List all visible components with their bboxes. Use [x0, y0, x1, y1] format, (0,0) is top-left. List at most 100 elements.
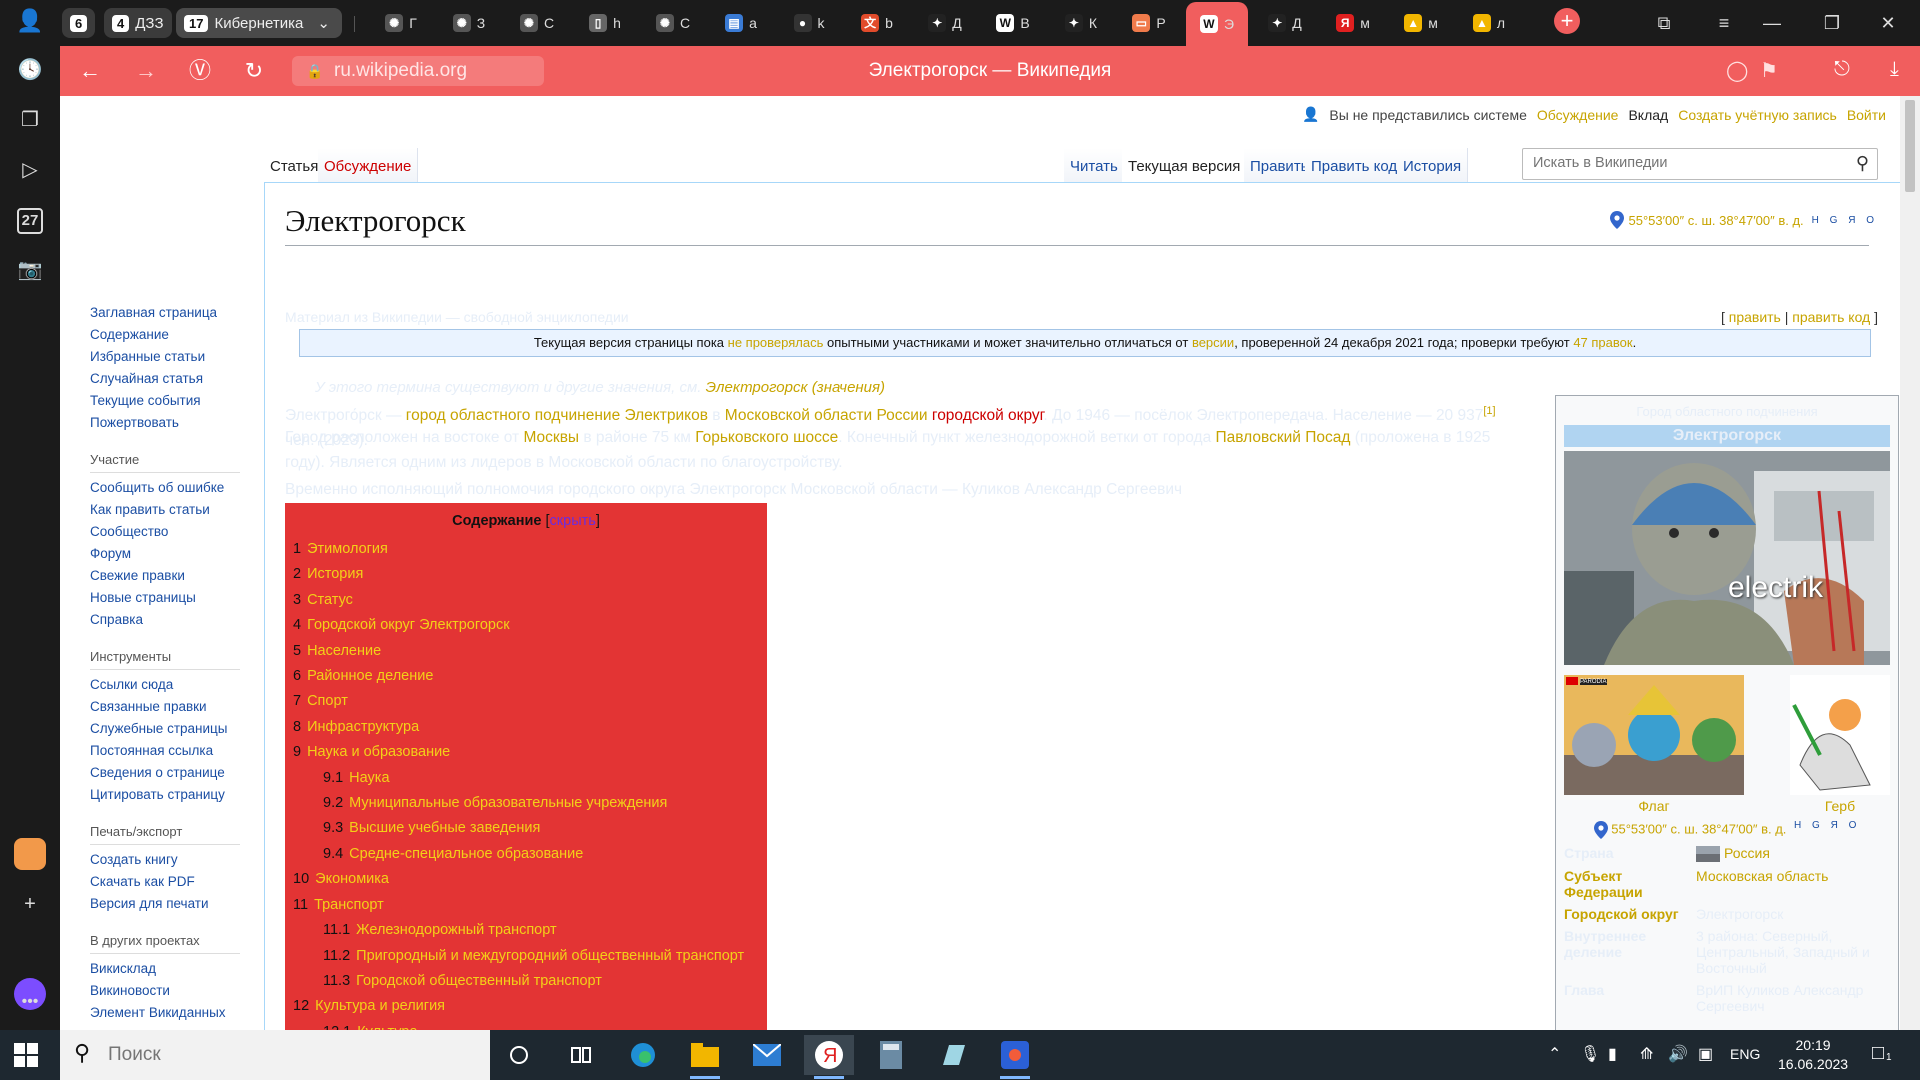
tab-article[interactable]: Статья	[264, 148, 326, 182]
notes-app-icon[interactable]	[928, 1035, 978, 1075]
edit-code-link[interactable]: править код	[1792, 309, 1870, 325]
edit-link[interactable]: править	[1729, 309, 1781, 325]
download-icon[interactable]: ⤓	[1890, 58, 1899, 81]
sidebar-item[interactable]: Как править статьи	[90, 499, 240, 521]
toc-link[interactable]: Этимология	[307, 541, 388, 557]
battery-icon[interactable]: ▮	[1608, 1044, 1617, 1064]
browser-tab[interactable]: 文b	[846, 8, 908, 38]
calculator-icon[interactable]	[866, 1035, 916, 1075]
tabs-icon[interactable]: ❐	[12, 102, 48, 138]
sidebar-item[interactable]: Новые страницы	[90, 587, 240, 609]
toc-link[interactable]: Население	[307, 643, 381, 659]
disambiguation-link[interactable]: Электрогорск (значения)	[706, 379, 885, 396]
browser-tab[interactable]: WВ	[982, 8, 1044, 38]
wifi-icon[interactable]: ⟰	[1640, 1044, 1653, 1064]
toc-item[interactable]: 3 Статус	[293, 588, 759, 613]
toc-hide-link[interactable]: скрыть	[550, 513, 596, 529]
toc-link[interactable]: Инфраструктура	[307, 719, 419, 735]
url-field[interactable]: 🔒 ru.wikipedia.org	[292, 56, 544, 86]
yandex-browser-icon[interactable]: Я	[804, 1035, 854, 1079]
new-tab-button[interactable]: +	[1554, 8, 1580, 34]
menu-icon[interactable]: ≡	[1702, 8, 1746, 38]
link[interactable]: Павловский Посад	[1216, 429, 1351, 446]
coordinates[interactable]: 55°53′00″ с. ш. 38°47′00″ в. д. H G Я O	[1610, 211, 1878, 229]
reading-icon[interactable]: ⎋	[1834, 58, 1850, 81]
sidebar-item[interactable]: Текущие события	[90, 390, 240, 412]
sidebar-item[interactable]: Скачать как PDF	[90, 871, 240, 893]
search-input[interactable]	[1523, 149, 1833, 177]
coat-item[interactable]: Герб	[1790, 675, 1890, 814]
profile-icon[interactable]: 👤	[12, 8, 48, 38]
browser-tab[interactable]: ✺ З	[438, 8, 500, 38]
sidebar-item[interactable]: Форум	[90, 543, 240, 565]
toc-item[interactable]: 9.1 Наука	[293, 766, 759, 791]
sidebar-item[interactable]: Создать книгу	[90, 849, 240, 871]
toc-item[interactable]: 4 Городской округ Электрогорск	[293, 613, 759, 638]
browser-tab[interactable]: ▯ h	[574, 8, 636, 38]
toc-link[interactable]: Городской округ Электрогорск	[307, 617, 509, 633]
toc-link[interactable]: История	[307, 566, 363, 582]
add-panel-icon[interactable]: +	[12, 886, 48, 922]
sidebar-item[interactable]: Версия для печати	[90, 893, 240, 915]
login-link[interactable]: Войти	[1847, 107, 1886, 123]
link[interactable]: Москвы	[523, 429, 579, 446]
version-link[interactable]: версии	[1192, 335, 1234, 350]
history-icon[interactable]: 🕓	[12, 52, 48, 88]
reload-icon[interactable]: ↻	[238, 56, 270, 86]
toc-link[interactable]: Городской общественный транспорт	[356, 973, 602, 989]
toc-link[interactable]: Железнодорожный транспорт	[356, 922, 556, 938]
browser-tab[interactable]: ✦ Д	[1254, 8, 1316, 38]
toc-link[interactable]: Культура и религия	[315, 998, 445, 1014]
reference[interactable]: [1]	[1483, 405, 1495, 417]
map-service-links[interactable]: H G Я O	[1794, 820, 1860, 831]
toc-item[interactable]: 11.2 Пригородный и междугородний обществе…	[293, 944, 759, 969]
infobox-value[interactable]: Московская область	[1696, 868, 1890, 900]
file-explorer-icon[interactable]	[680, 1035, 730, 1079]
minimize-button[interactable]: —	[1750, 8, 1794, 38]
infobox-value[interactable]: ВрИП Куликов Александр Сергеевич	[1696, 982, 1890, 1014]
tab-current-version[interactable]: Текущая версия	[1122, 148, 1248, 182]
toc-item[interactable]: 12.1Культура	[293, 1020, 759, 1030]
search-icon[interactable]: ⚲	[1856, 153, 1869, 174]
scrollbar-thumb[interactable]	[1905, 100, 1915, 192]
toc-item[interactable]: 9.4 Средне-специальное образование	[293, 842, 759, 867]
browser-tab[interactable]: Ям	[1322, 8, 1384, 38]
toc-item[interactable]: 6 Районное деление	[293, 664, 759, 689]
edge-icon[interactable]	[618, 1035, 668, 1075]
toc-item[interactable]: 7 Спорт	[293, 689, 759, 714]
tab-talk[interactable]: Обсуждение	[318, 148, 419, 182]
mail-icon[interactable]	[14, 838, 46, 870]
back-icon[interactable]: ←	[74, 56, 106, 86]
toc-link[interactable]: Наука	[349, 770, 389, 786]
link[interactable]: Горьковского шоссе	[695, 429, 838, 446]
screenshot-icon[interactable]: 📷	[12, 252, 48, 288]
toc-item[interactable]: 11.3 Городской общественный транспорт	[293, 969, 759, 994]
browser-tab[interactable]: WЭ	[1186, 2, 1248, 46]
browser-tab[interactable]: ▲ м	[1390, 8, 1452, 38]
map-service-links[interactable]: H G Я O	[1812, 215, 1878, 226]
clock[interactable]: 20:19 16.06.2023	[1778, 1036, 1848, 1074]
sidebar-item[interactable]: Сообщество	[90, 521, 240, 543]
browser-tab[interactable]: ✦ К	[1050, 8, 1112, 38]
browser-tab[interactable]: ▤ a	[710, 8, 772, 38]
sidebar-item[interactable]: Связанные правки	[90, 696, 240, 718]
tab-group-dzz[interactable]: 4 ДЗЗ	[104, 8, 172, 38]
tab-group-1[interactable]: 6	[62, 8, 96, 38]
toc-item[interactable]: 10 Экономика	[293, 867, 759, 892]
browser-tab[interactable]: ✺ С	[506, 8, 568, 38]
yandex-icon[interactable]: Ⓥ	[184, 56, 216, 86]
flag-label[interactable]: Флаг	[1564, 798, 1744, 814]
sidebar-item[interactable]: Сообщить об ошибке	[90, 477, 240, 499]
pending-edits-link[interactable]: 47 правок	[1573, 335, 1632, 350]
tray-chevron-icon[interactable]: ⌃	[1548, 1044, 1561, 1064]
sidebar-item[interactable]: Цитировать страницу	[90, 784, 240, 806]
toc-item[interactable]: 9.3 Высшие учебные заведения	[293, 816, 759, 841]
collections-icon[interactable]: ⧉	[1642, 8, 1686, 38]
sidebar-item[interactable]: Викиновости	[90, 980, 240, 1002]
toc-item[interactable]: 1 Этимология	[293, 537, 759, 562]
calendar-icon[interactable]: 27	[17, 208, 43, 234]
city-image[interactable]: electrik	[1564, 451, 1890, 665]
sidebar-item[interactable]: Избранные статьи	[90, 346, 240, 368]
toc-link[interactable]: Транспорт	[314, 897, 384, 913]
task-view-icon[interactable]	[556, 1035, 606, 1075]
